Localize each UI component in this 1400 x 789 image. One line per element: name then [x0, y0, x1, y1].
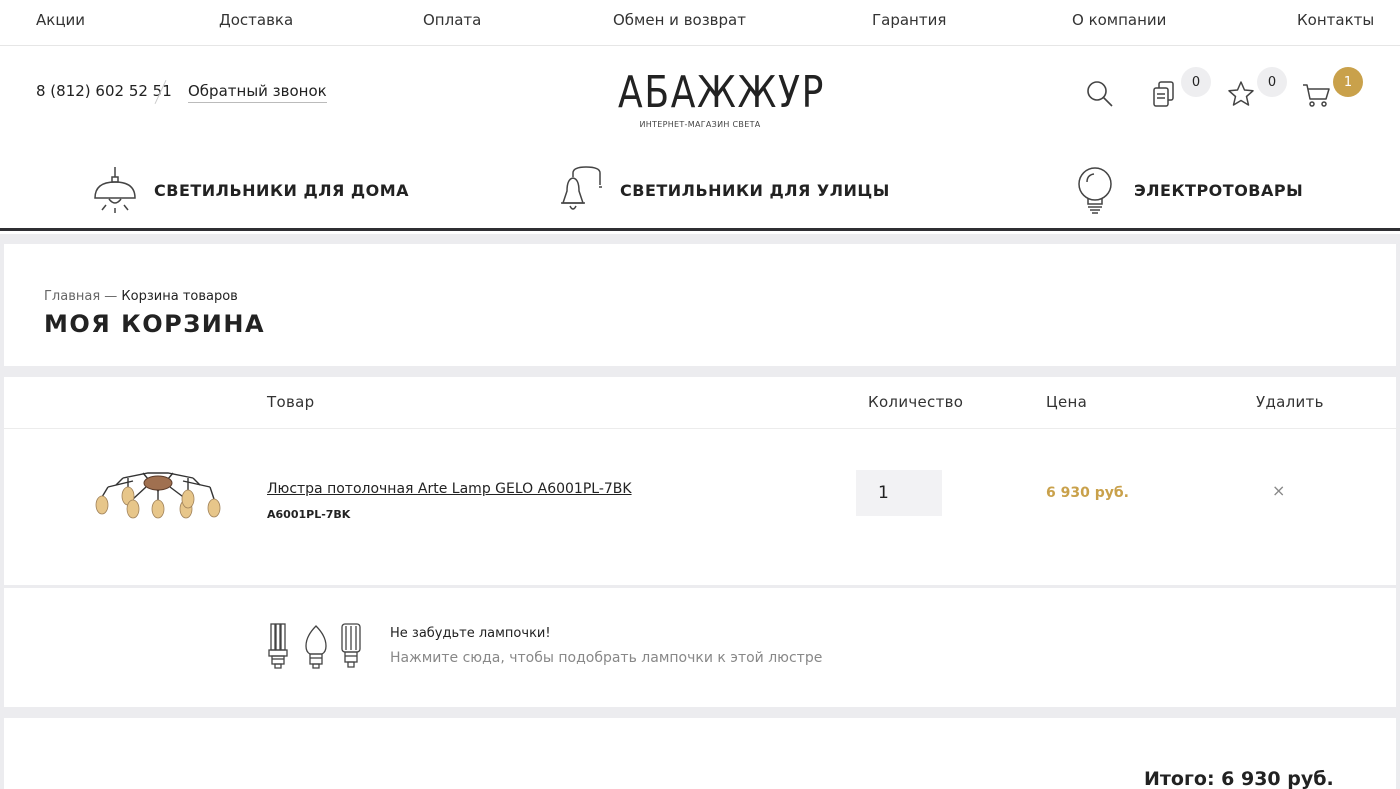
total-panel: Итого: 6 930 руб. [4, 718, 1396, 789]
logo[interactable]: АБАЖЖУР ИНТЕРНЕТ-МАГАЗИН СВЕТА [600, 67, 826, 130]
category-label: СВЕТИЛЬНИКИ ДЛЯ ДОМА [154, 180, 410, 200]
category-nav: СВЕТИЛЬНИКИ ДЛЯ ДОМА СВЕТИЛЬНИКИ ДЛЯ УЛИ… [0, 147, 1400, 231]
column-header-product: Товар [267, 393, 315, 411]
breadcrumb-home-link[interactable]: Главная [44, 289, 100, 304]
logo-text: АБАЖЖУР [618, 67, 826, 118]
content-area: Главная — Корзина товаров МОЯ КОРЗИНА То… [0, 234, 1400, 789]
top-nav: Акции Доставка Оплата Обмен и возврат Га… [0, 0, 1400, 46]
bulb-reminder-title: Не забудьте лампочки! [390, 626, 551, 641]
breadcrumb-current: Корзина товаров [121, 289, 238, 304]
favorites-count-badge: 0 [1257, 67, 1287, 97]
remove-item-button[interactable]: × [1272, 481, 1285, 500]
bulb-reminder-link[interactable]: Нажмите сюда, чтобы подобрать лампочки к… [390, 650, 822, 666]
title-panel: Главная — Корзина товаров МОЯ КОРЗИНА [4, 244, 1396, 366]
category-electrical[interactable]: ЭЛЕКТРОТОВАРЫ [1070, 165, 1303, 215]
page-title: МОЯ КОРЗИНА [44, 310, 266, 338]
compare-count-badge: 0 [1181, 67, 1211, 97]
topnav-link-contacts[interactable]: Контакты [1297, 11, 1374, 29]
topnav-link-payment[interactable]: Оплата [423, 11, 481, 29]
cart-icon[interactable] [1300, 77, 1334, 111]
cart-table: Товар Количество Цена Удалить Люстра пот… [4, 377, 1400, 585]
topnav-link-about[interactable]: О компании [1072, 11, 1166, 29]
product-sku: A6001PL-7BK [267, 508, 351, 521]
topnav-link-promotions[interactable]: Акции [36, 11, 85, 29]
product-name-link[interactable]: Люстра потолочная Arte Lamp GELO A6001PL… [267, 481, 632, 497]
product-image[interactable] [88, 463, 228, 543]
cart-total: Итого: 6 930 руб. [1144, 768, 1334, 789]
bulbs-icon [268, 623, 361, 669]
search-icon[interactable] [1083, 77, 1117, 111]
bulb-icon [1078, 167, 1112, 214]
site-header: 8 (812) 602 52 51 Обратный звонок АБАЖЖУ… [0, 47, 1400, 147]
logo-tagline: ИНТЕРНЕТ-МАГАЗИН СВЕТА [639, 120, 761, 129]
topnav-link-delivery[interactable]: Доставка [219, 11, 293, 29]
star-icon[interactable] [1224, 77, 1258, 111]
column-header-quantity: Количество [868, 393, 964, 411]
street-lamp-icon [561, 166, 602, 210]
quantity-input[interactable] [856, 470, 942, 516]
header-divider [4, 428, 1400, 429]
product-price: 6 930 руб. [1046, 485, 1129, 501]
topnav-link-returns[interactable]: Обмен и возврат [613, 11, 746, 29]
column-header-remove: Удалить [1256, 393, 1324, 411]
compare-icon[interactable] [1148, 77, 1182, 111]
category-street-lights[interactable]: СВЕТИЛЬНИКИ ДЛЯ УЛИЦЫ [556, 165, 890, 215]
category-label: ЭЛЕКТРОТОВАРЫ [1134, 180, 1304, 200]
phone-number[interactable]: 8 (812) 602 52 51 [36, 82, 172, 100]
cart-count-badge: 1 [1333, 67, 1363, 97]
category-home-lights[interactable]: СВЕТИЛЬНИКИ ДЛЯ ДОМА [90, 165, 409, 215]
breadcrumb: Главная — Корзина товаров [44, 289, 238, 304]
pendant-lamp-icon [94, 167, 136, 213]
topnav-link-warranty[interactable]: Гарантия [872, 11, 946, 29]
column-header-price: Цена [1046, 393, 1088, 411]
callback-link[interactable]: Обратный звонок [188, 82, 327, 103]
category-label: СВЕТИЛЬНИКИ ДЛЯ УЛИЦЫ [620, 180, 890, 200]
bulb-reminder[interactable]: Не забудьте лампочки! Нажмите сюда, чтоб… [4, 588, 1396, 707]
breadcrumb-separator: — [100, 289, 122, 304]
